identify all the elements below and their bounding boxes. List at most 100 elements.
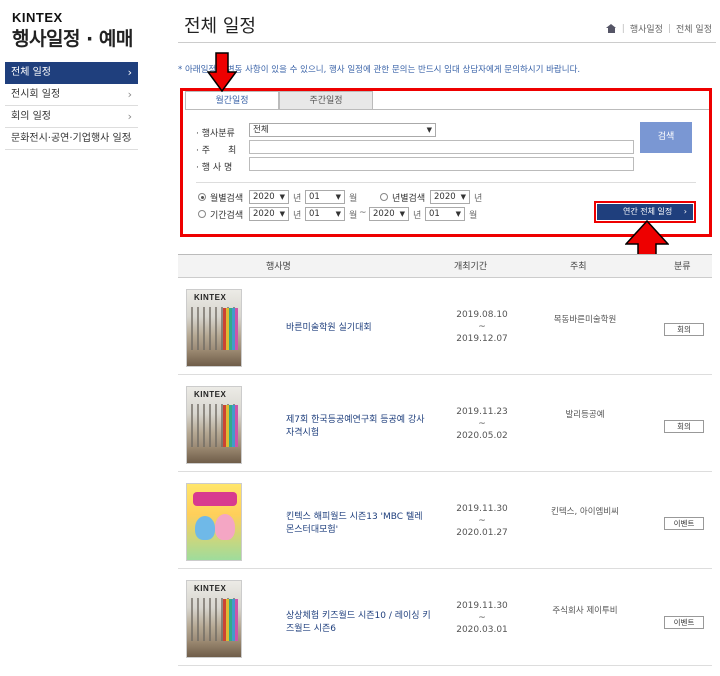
event-name-link[interactable]: 상상체험 키즈월드 시즌10 / 레이싱 키즈월드 시즌6 — [286, 610, 431, 636]
event-period: 2019.11.23 ~ 2020.05.02 — [434, 406, 530, 442]
period-separator: ~ — [478, 419, 486, 429]
col-header-category: 분류 — [674, 262, 691, 272]
chevron-right-icon: › — [127, 88, 132, 101]
month-value: 01 — [309, 209, 320, 219]
period-search-radio[interactable] — [198, 210, 206, 218]
period-start-year-select[interactable]: 2020 ▼ — [249, 207, 289, 221]
annual-search-label: 년별검색 — [392, 194, 426, 204]
year-unit: 년 — [293, 194, 302, 204]
sidebar-item-label: 회의 일정 — [11, 111, 51, 122]
sidebar-item-exhibition-schedule[interactable]: 전시회 일정 › — [5, 84, 138, 106]
tab-monthly[interactable]: 월간일정 — [185, 91, 279, 110]
year-value: 2020 — [434, 192, 456, 202]
home-icon[interactable] — [605, 24, 617, 33]
sidebar-item-culture-schedule[interactable]: 문화전시·공연·기업행사 일정 › — [5, 128, 138, 150]
period-end: 2020.01.27 — [456, 528, 508, 538]
year-unit: 년 — [413, 211, 422, 221]
period-start-month-select[interactable]: 01 ▼ — [305, 207, 345, 221]
category-label: · 행사분류 — [196, 129, 235, 139]
category-badge-button[interactable]: 회의 — [664, 323, 704, 336]
event-thumbnail[interactable]: KINTEX — [186, 386, 242, 464]
dropdown-arrow-icon: ▼ — [399, 210, 405, 218]
monthly-year-select[interactable]: 2020 ▼ — [249, 190, 289, 204]
event-host: 킨텍스, 아이엠비씨 — [551, 507, 619, 517]
col-header-host: 주최 — [570, 262, 587, 272]
event-thumbnail[interactable]: KINTEX — [186, 580, 242, 658]
period-separator: ~ — [478, 516, 486, 526]
period-end: 2020.05.02 — [456, 431, 508, 441]
tab-underline — [185, 109, 710, 110]
sidebar-item-label: 전체 일정 — [11, 67, 51, 78]
category-badge-button[interactable]: 이벤트 — [664, 616, 704, 629]
breadcrumb: | 행사일정 | 전체 일정 — [605, 22, 712, 35]
period-end-year-select[interactable]: 2020 ▼ — [369, 207, 409, 221]
poster-title-graphic — [193, 492, 237, 506]
period-start: 2019.11.30 — [456, 504, 508, 514]
dropdown-arrow-icon: ▼ — [335, 210, 341, 218]
tab-weekly[interactable]: 주간일정 — [279, 91, 373, 110]
event-thumbnail[interactable]: KINTEX — [186, 289, 242, 367]
event-name-link[interactable]: 바른미술학원 실기대회 — [286, 322, 431, 335]
host-label: · 주 최 — [196, 146, 237, 156]
event-name-input[interactable] — [249, 157, 634, 171]
sidebar-nav: 전체 일정 › 전시회 일정 › 회의 일정 › 문화전시·공연·기업행사 일정… — [5, 62, 138, 150]
breadcrumb-item[interactable]: 행사일정 — [630, 22, 663, 35]
period-start: 2019.11.30 — [456, 601, 508, 611]
period-start: 2019.08.10 — [456, 310, 508, 320]
sidebar-item-all-schedule[interactable]: 전체 일정 › — [5, 62, 138, 84]
col-header-name: 행사명 — [266, 262, 291, 272]
event-host: 목동바른미술학원 — [553, 315, 617, 325]
annual-year-select[interactable]: 2020 ▼ — [430, 190, 470, 204]
event-period: 2019.11.30 ~ 2020.01.27 — [434, 503, 530, 539]
breadcrumb-separator: | — [667, 23, 672, 34]
range-separator: ~ — [359, 208, 367, 218]
dropdown-arrow-icon: ▼ — [279, 193, 285, 201]
period-start: 2019.11.23 — [456, 407, 508, 417]
period-end-month-select[interactable]: 01 ▼ — [425, 207, 465, 221]
category-select[interactable]: 전체 ▼ — [249, 123, 436, 137]
period-end: 2020.03.01 — [456, 625, 508, 635]
period-separator: ~ — [478, 613, 486, 623]
period-search-label: 기간검색 — [210, 211, 244, 221]
chevron-right-icon: › — [127, 110, 132, 123]
breadcrumb-current: 전체 일정 — [676, 25, 712, 35]
month-unit: 월 — [349, 194, 358, 204]
period-separator: ~ — [478, 322, 486, 332]
year-value: 2020 — [373, 209, 395, 219]
sidebar-item-meeting-schedule[interactable]: 회의 일정 › — [5, 106, 138, 128]
table-row: KINTEX 상상체험 키즈월드 시즌10 / 레이싱 키즈월드 시즌6 201… — [178, 570, 712, 666]
dropdown-arrow-icon: ▼ — [455, 210, 461, 218]
event-host: 발리등공예 — [565, 410, 605, 420]
event-name-link[interactable]: 킨텍스 해피월드 시즌13 'MBC 텔레 몬스터대모험' — [286, 511, 431, 537]
dropdown-arrow-icon: ▼ — [279, 210, 285, 218]
sidebar-item-label: 문화전시·공연·기업행사 일정 — [11, 133, 131, 144]
category-badge-button[interactable]: 회의 — [664, 420, 704, 433]
monthly-search-label: 월별검색 — [210, 194, 244, 204]
annual-search-radio[interactable] — [380, 193, 388, 201]
search-button[interactable]: 검색 — [640, 122, 692, 153]
host-input[interactable] — [249, 140, 634, 154]
chevron-right-icon: › — [127, 66, 132, 79]
category-value: 전체 — [253, 125, 269, 135]
table-header: 행사명 개최기간 주최 분류 — [178, 254, 712, 278]
event-period: 2019.11.30 ~ 2020.03.01 — [434, 600, 530, 636]
table-row: KINTEX 바른미술학원 실기대회 2019.08.10 ~ 2019.12.… — [178, 279, 712, 375]
month-unit: 월 — [469, 211, 478, 221]
thumbnail-logo: KINTEX — [194, 293, 227, 302]
breadcrumb-separator: | — [621, 23, 625, 34]
year-value: 2020 — [253, 209, 275, 219]
brand-logo[interactable]: KINTEX — [12, 10, 63, 25]
year-value: 2020 — [253, 192, 275, 202]
dropdown-arrow-icon: ▼ — [460, 193, 466, 201]
dropdown-arrow-icon: ▼ — [335, 193, 341, 201]
table-row: KINTEX 제7회 한국등공예연구회 등공예 강사 자격시험 2019.11.… — [178, 376, 712, 472]
monthly-month-select[interactable]: 01 ▼ — [305, 190, 345, 204]
month-value: 01 — [429, 209, 440, 219]
event-thumbnail[interactable] — [186, 483, 242, 561]
monthly-search-radio[interactable] — [198, 193, 206, 201]
section-title: 행사일정 · 예매 — [12, 28, 133, 50]
thumbnail-logo: KINTEX — [194, 390, 227, 399]
event-name-link[interactable]: 제7회 한국등공예연구회 등공예 강사 자격시험 — [286, 414, 431, 440]
category-badge-button[interactable]: 이벤트 — [664, 517, 704, 530]
year-unit: 년 — [474, 194, 483, 204]
